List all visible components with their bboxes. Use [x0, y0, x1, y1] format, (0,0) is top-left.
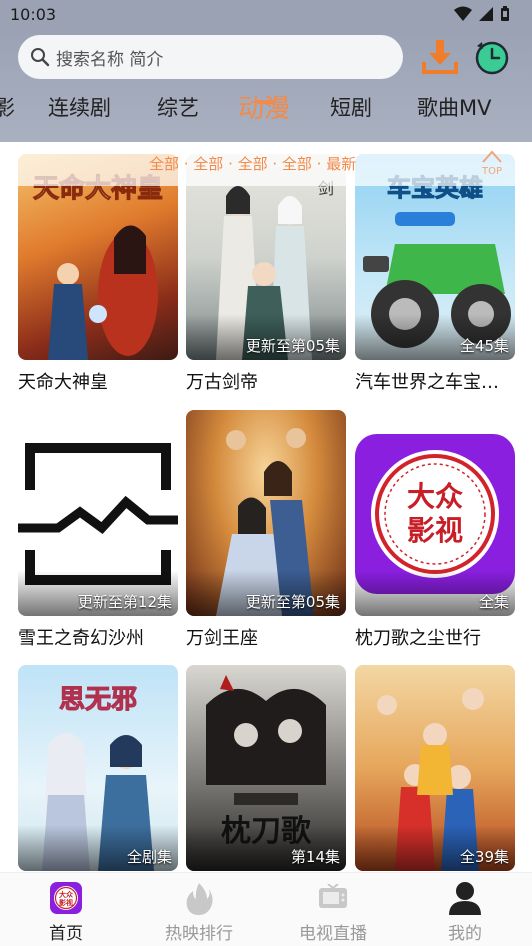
tv-icon — [319, 884, 347, 908]
search-placeholder: 搜索名称 简介 — [56, 49, 164, 70]
poster-image: 枕刀歌 第14集 — [186, 665, 346, 871]
battery-icon — [501, 6, 509, 21]
svg-text:影视: 影视 — [59, 898, 73, 907]
status-bar: 10:03 — [0, 0, 532, 30]
back-to-top-button[interactable]: TOP — [478, 148, 506, 182]
nav-label: 我的 — [448, 924, 482, 944]
nav-profile[interactable]: 我的 — [420, 881, 510, 944]
history-button[interactable] — [473, 38, 511, 76]
episode-badge: 全39集 — [459, 848, 509, 866]
episode-badge: 更新至第05集 — [245, 337, 340, 355]
nav-hot-ranking[interactable]: 热映排行 — [154, 881, 244, 944]
poster-image: 全39集 — [355, 665, 515, 871]
tab-variety[interactable]: 综艺 — [157, 92, 199, 122]
poster-image: 大众 影视 全集 — [355, 410, 515, 616]
video-card[interactable]: 枕刀歌 第14集 — [186, 665, 346, 871]
tab-short-drama[interactable]: 短剧 — [330, 92, 372, 122]
video-card[interactable]: 车宝英雄 全45集 汽车世界之车宝… — [355, 154, 515, 394]
svg-text:大众: 大众 — [407, 480, 463, 513]
nav-label: 热映排行 — [165, 924, 233, 944]
poster-image: 更新至第12集 — [18, 410, 178, 616]
signal-icon — [479, 7, 493, 21]
search-icon — [31, 48, 50, 67]
tab-series[interactable]: 连续剧 — [48, 92, 111, 122]
video-title: 天命大神皇 — [18, 372, 108, 393]
video-card[interactable]: 更新至第05集 万剑王座 — [186, 410, 346, 650]
episode-badge: 全集 — [478, 593, 509, 611]
history-clock-icon — [475, 41, 509, 75]
tab-movie-partial[interactable]: 影 — [0, 92, 15, 122]
video-title: 万剑王座 — [186, 628, 258, 649]
download-icon — [422, 40, 458, 74]
status-time: 10:03 — [10, 5, 57, 24]
video-card[interactable]: 剑 更新至第05集 万古剑帝 — [186, 154, 346, 394]
bottom-nav: 大众 影视 首页 热映排行 电视直播 我的 — [0, 872, 532, 946]
top-header: 搜索名称 简介 影 连续剧 综艺 动漫 短剧 歌曲MV — [0, 30, 532, 142]
filter-bar: 全部 · 全部 · 全部 · 全部 · 最新 TOP — [0, 142, 532, 186]
nav-home[interactable]: 大众 影视 首页 — [21, 881, 111, 944]
video-title: 雪王之奇幻沙州 — [18, 628, 144, 649]
episode-badge: 更新至第12集 — [77, 593, 172, 611]
nav-live-tv[interactable]: 电视直播 — [288, 881, 378, 944]
poster-image: 更新至第05集 — [186, 410, 346, 616]
nav-label: 电视直播 — [299, 924, 367, 944]
download-button[interactable] — [420, 38, 460, 76]
active-tab-indicator — [257, 100, 275, 104]
video-card[interactable]: 更新至第12集 雪王之奇幻沙州 — [18, 410, 178, 650]
category-tabs: 影 连续剧 综艺 动漫 短剧 歌曲MV — [0, 92, 532, 138]
nav-label: 首页 — [49, 924, 83, 944]
episode-badge: 全45集 — [459, 337, 509, 355]
poster-image: 思无邪 全剧集 — [18, 665, 178, 871]
content-grid: 天命大神皇 天命大神皇 剑 更新至第05集 万古剑帝 车宝英雄 全45集 汽车世… — [0, 142, 532, 872]
poster-title-art: 思无邪 — [58, 685, 137, 716]
arrow-up-icon — [482, 150, 502, 163]
episode-badge: 第14集 — [290, 848, 340, 866]
video-card[interactable]: 天命大神皇 天命大神皇 — [18, 154, 178, 394]
tab-anime[interactable]: 动漫 — [238, 92, 290, 125]
video-title: 万古剑帝 — [186, 372, 258, 393]
video-card[interactable]: 思无邪 全剧集 — [18, 665, 178, 871]
video-card[interactable]: 全39集 — [355, 665, 515, 871]
fire-icon — [186, 883, 213, 915]
wifi-icon — [454, 6, 472, 21]
video-title: 汽车世界之车宝… — [355, 372, 499, 393]
episode-badge: 更新至第05集 — [245, 593, 340, 611]
status-icons — [454, 6, 510, 22]
home-logo-icon: 大众 影视 — [50, 882, 82, 914]
video-card[interactable]: 大众 影视 全集 枕刀歌之尘世行 — [355, 410, 515, 650]
poster-art — [48, 225, 158, 360]
filter-options[interactable]: 全部 · 全部 · 全部 · 全部 · 最新 — [149, 153, 356, 174]
svg-text:影视: 影视 — [407, 514, 463, 547]
user-icon — [449, 882, 481, 915]
tab-music-mv[interactable]: 歌曲MV — [417, 92, 491, 122]
back-to-top-label: TOP — [481, 166, 502, 177]
search-input[interactable]: 搜索名称 简介 — [18, 35, 403, 79]
video-title: 枕刀歌之尘世行 — [355, 628, 481, 649]
episode-badge: 全剧集 — [126, 848, 172, 866]
